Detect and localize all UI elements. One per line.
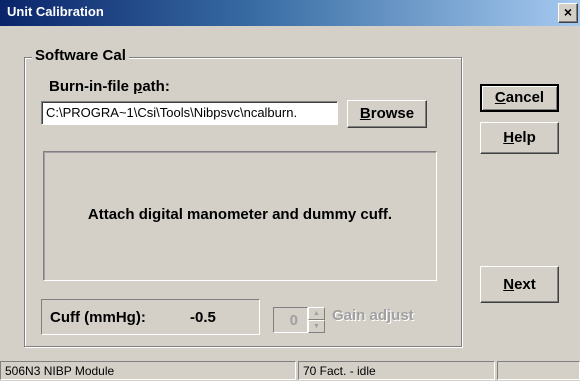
gain-adjust-field[interactable]: 0	[273, 307, 308, 333]
browse-button[interactable]: Browse	[347, 100, 427, 128]
status-module: 506N3 NIBP Module	[0, 361, 296, 380]
spin-down-icon[interactable]: ▼	[308, 320, 325, 333]
close-icon: ×	[563, 4, 573, 20]
cancel-button[interactable]: Cancel	[480, 84, 559, 112]
burn-in-path-field[interactable]: C:\PROGRA~1\Csi\Tools\Nibpsvc\ncalburn.	[41, 101, 338, 125]
close-button[interactable]: ×	[558, 3, 578, 23]
burn-in-path-label: Burn-in-file path:	[49, 78, 170, 95]
help-button[interactable]: Help	[480, 122, 559, 154]
status-bar: 506N3 NIBP Module 70 Fact. - idle	[0, 359, 580, 381]
status-state: 70 Fact. - idle	[298, 361, 495, 380]
cuff-readout-panel: Cuff (mmHg): -0.5	[41, 299, 260, 335]
instruction-message: Attach digital manometer and dummy cuff.	[87, 206, 393, 223]
gain-spinner[interactable]: ▲ ▼	[308, 307, 325, 333]
gain-adjust-label: Gain adjust	[332, 307, 414, 324]
groupbox-title: Software Cal	[32, 47, 129, 64]
cuff-value: -0.5	[190, 309, 216, 326]
title-bar: Unit Calibration ×	[0, 0, 580, 26]
cuff-label: Cuff (mmHg):	[50, 309, 146, 326]
next-button[interactable]: Next	[480, 266, 559, 303]
status-extra	[497, 361, 580, 380]
message-panel: Attach digital manometer and dummy cuff.	[43, 151, 437, 281]
window-title: Unit Calibration	[7, 4, 104, 19]
spin-up-icon[interactable]: ▲	[308, 307, 325, 320]
